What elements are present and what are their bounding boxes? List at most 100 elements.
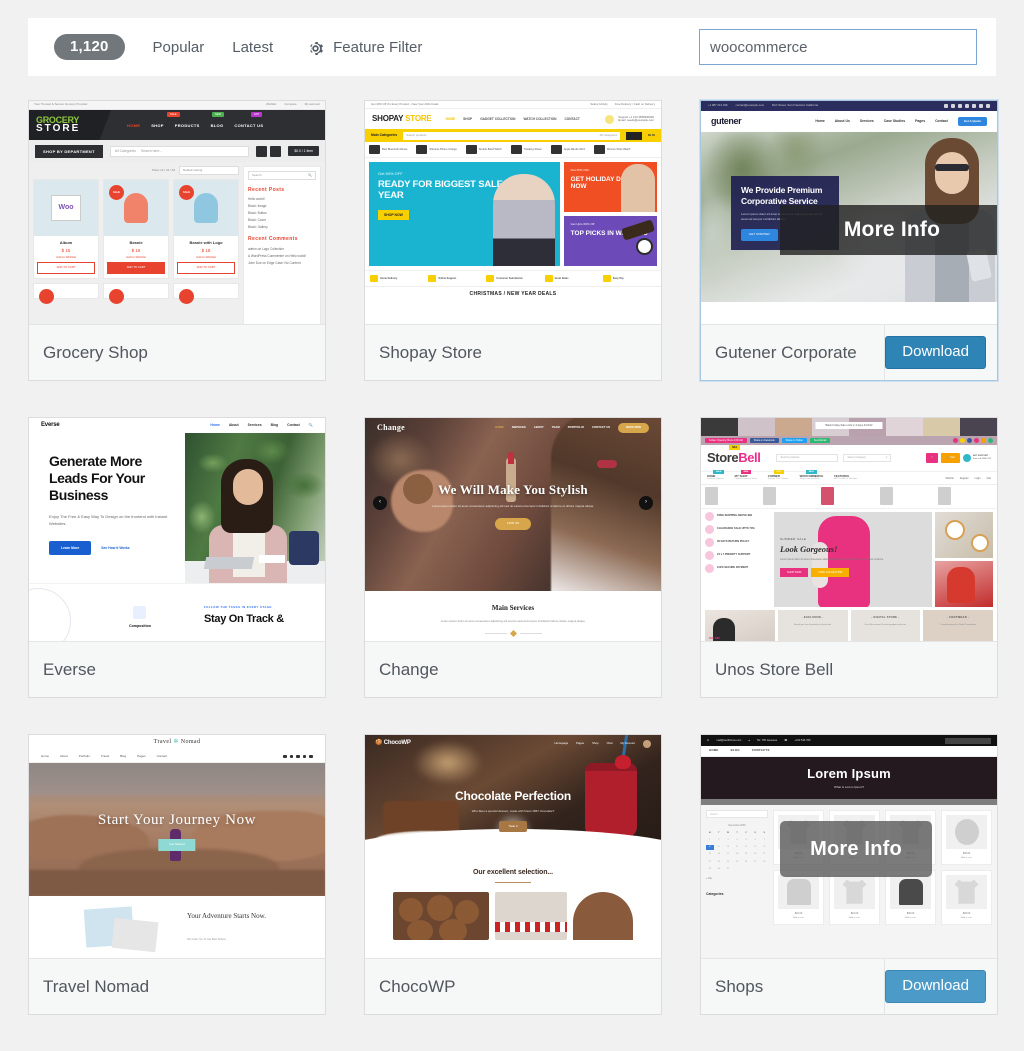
theme-card-gutener-corporate[interactable]: +1 987 213 046 contact@example.com Rich … xyxy=(700,100,998,381)
avatar xyxy=(643,739,651,748)
preview-nav-badge: SALE xyxy=(713,469,725,475)
preview-feature: Home Delivery xyxy=(380,276,398,280)
preview-hero-button: GET STARTED xyxy=(741,228,778,241)
search-icon: 🔍 xyxy=(308,423,313,428)
theme-name: Unos Store Bell xyxy=(715,659,834,679)
preview-category: Women Wrist Watch xyxy=(606,147,631,151)
theme-card-chocowp[interactable]: 🍪 ChocoWP Homepage Pages Shop Chat My Ac… xyxy=(364,734,662,1015)
theme-card-footer: Unos Store Bell xyxy=(701,642,997,697)
preview-hero-button: FIND US xyxy=(495,517,531,530)
preview-sale-badge: SALE xyxy=(109,185,124,200)
preview-banner-button: SHOP NOW xyxy=(780,567,809,577)
preview-sidebar: Search 🔍 Recent Posts Hello world! Block:… xyxy=(243,166,321,324)
preview-lower-section: Our excellent selection... xyxy=(365,861,661,958)
preview-hero-button: SHOP NOW xyxy=(378,209,409,221)
theme-count-badge[interactable]: 1,120 xyxy=(54,34,125,60)
theme-screenshot[interactable]: Travel ✻ Nomad Home About Portfolio Trav… xyxy=(29,735,325,959)
theme-screenshot[interactable]: ✉ mail@wordhome.com ● Tel: 765 Genesee ☎… xyxy=(701,735,997,959)
theme-screenshot[interactable]: Change HOME SERVICES ABOUT TEAM PORTFOLI… xyxy=(365,418,661,642)
theme-card-shops[interactable]: ✉ mail@wordhome.com ● Tel: 765 Genesee ☎… xyxy=(700,734,998,1015)
theme-card-travel-nomad[interactable]: Travel ✻ Nomad Home About Portfolio Trav… xyxy=(28,734,326,1015)
preview-menu-item: CONTACT US xyxy=(234,122,264,128)
preview-nav: SALE HOME Limitless Options NEW MY SHOP Limi… xyxy=(701,469,997,485)
preview-product: SALE Beanie with Logo $ 18 Add to Wishli… xyxy=(173,179,239,279)
preview-product-price: $ 18 xyxy=(201,248,211,253)
preview-bottom-title: - FOOTWEAR - xyxy=(947,616,970,619)
preview-search: Search products xyxy=(776,454,839,462)
preview-hero-paragraph: Enjoy The Free & Easy Way To Design on t… xyxy=(49,514,168,527)
preview-search: All Categories Search here... xyxy=(109,145,250,157)
preview-calendar-prev: « Nov xyxy=(706,877,713,880)
preview-hero-title: Chocolate Perfection xyxy=(454,789,572,803)
preview-product: $35.00 Add to cart xyxy=(941,810,992,865)
preview-section-kicker: FOLLOW THE TASKS IN EVERY STAGE xyxy=(204,605,272,609)
footer-divider xyxy=(884,959,885,1014)
preview-section-title: Main Services xyxy=(491,604,535,612)
preview-menu-item: HOME xyxy=(709,748,719,753)
theme-card-change[interactable]: Change HOME SERVICES ABOUT TEAM PORTFOLI… xyxy=(364,417,662,698)
preview-menu-item: HOME xyxy=(495,425,504,430)
theme-screenshot[interactable]: Get 30% Off On Every Product - New Year … xyxy=(365,101,661,325)
theme-screenshot[interactable]: Your Trusted & Secure Grocery Provider W… xyxy=(29,101,325,325)
preview-bottom-cards: 50% OFF Spring Collection - EXCLUSIVE - … xyxy=(701,610,997,641)
preview-hero-button: Get Started xyxy=(158,839,196,851)
preview-category: Trekking Shoes xyxy=(523,147,542,151)
preview-hero-sub: What is Lorem Ipsum? xyxy=(833,785,864,790)
preview-category: Best Bluetooth Mouse xyxy=(382,147,408,151)
preview-icons xyxy=(256,145,282,157)
filter-popular[interactable]: Popular xyxy=(153,33,205,62)
preview-menu-item: Shop xyxy=(592,740,599,745)
preview-topbar: +1 987 213 046 contact@example.com Rich … xyxy=(701,101,997,111)
preview-secondary-button: See How It Works xyxy=(101,545,130,550)
preview-header: Everse Home About Services Blog Contact … xyxy=(29,418,325,433)
preview-logo: SHOPAY STORE xyxy=(372,114,432,124)
preview-menu-item: BLOG xyxy=(730,748,740,753)
preview-product-price: $22.00 xyxy=(794,911,803,915)
more-info-overlay[interactable]: More Info xyxy=(780,205,997,255)
preview-hero-model xyxy=(492,174,555,266)
preview-menu-item: Portfolio xyxy=(78,753,90,758)
preview-unos-store-bell: Black Friday Sale ends in 4 days 9:24:02… xyxy=(701,418,997,641)
more-info-overlay[interactable]: More Info xyxy=(780,821,932,877)
preview-lower-section: Your Adventure Starts Now. We Invite You… xyxy=(29,896,325,958)
feature-filter-button[interactable]: Feature Filter xyxy=(307,39,422,56)
theme-screenshot[interactable]: 🍪 ChocoWP Homepage Pages Shop Chat My Ac… xyxy=(365,735,661,959)
preview-cart: $0.0 / 1 item xyxy=(288,145,319,157)
preview-topbar: ✉ mail@wordhome.com ● Tel: 765 Genesee ☎… xyxy=(701,735,997,746)
theme-screenshot[interactable]: Everse Home About Services Blog Contact … xyxy=(29,418,325,642)
preview-topbar-item: mail@wordhome.com xyxy=(716,738,742,742)
preview-feature: FREE SHIPPING ABOVE $99 xyxy=(717,514,752,517)
preview-category-strip: Best Bluetooth Mouse Wireless Phone Char… xyxy=(365,142,661,158)
theme-screenshot[interactable]: +1 987 213 046 contact@example.com Rich … xyxy=(701,101,997,325)
preview-topbar-item: contact@example.com xyxy=(735,103,765,108)
filter-latest[interactable]: Latest xyxy=(232,33,273,62)
preview-topbar-left: Get 30% Off On Every Product - New Year … xyxy=(371,101,439,106)
preview-cart: $0.00 xyxy=(648,132,655,137)
preview-menu: Homepage Pages Shop Chat My Account xyxy=(554,739,651,748)
preview-body: Show 12 / 24 / All Default sorting Woo A… xyxy=(29,162,325,324)
download-button[interactable]: Download xyxy=(885,335,986,370)
preview-product: SALE Beanie $ 18 Add to Wishlist ADD TO … xyxy=(103,179,169,279)
theme-card-unos-store-bell[interactable]: Black Friday Sale ends in 4 days 9:24:02… xyxy=(700,417,998,698)
preview-hero-image xyxy=(185,433,325,583)
preview-hero-main: Get 50% OFF READY FOR BIGGEST SALE OF TH… xyxy=(369,162,560,266)
preview-category-select: Select Category ▾ xyxy=(843,454,892,462)
search-input[interactable] xyxy=(699,29,977,65)
preview-menu-item: ABOUT xyxy=(533,425,544,430)
preview-logo-word: Nomad xyxy=(180,739,201,746)
preview-logo: GROCERY STORE xyxy=(29,110,111,140)
preview-logo-bottom: STORE xyxy=(36,122,81,134)
preview-hero: 🍪 ChocoWP Homepage Pages Shop Chat My Ac… xyxy=(365,735,661,861)
preview-hero-button: Taste It xyxy=(499,820,527,833)
theme-card-shopay-store[interactable]: Get 30% Off On Every Product - New Year … xyxy=(364,100,662,381)
theme-name: Shopay Store xyxy=(379,342,483,362)
preview-bottom-title: - EXCLUSIVE - xyxy=(801,616,824,619)
theme-card-everse[interactable]: Everse Home About Services Blog Contact … xyxy=(28,417,326,698)
theme-screenshot[interactable]: Black Friday Sale ends in 4 days 9:24:02… xyxy=(701,418,997,642)
preview-menu-item: My Account xyxy=(620,740,635,745)
theme-grid: Your Trusted & Secure Grocery Provider W… xyxy=(28,100,1000,1051)
preview-sidebar-item: admin on Logo Collection xyxy=(248,246,284,251)
preview-social-bar: Follow: Opening Hours 9:00 AM Share on F… xyxy=(701,436,997,445)
theme-card-grocery-shop[interactable]: Your Trusted & Secure Grocery Provider W… xyxy=(28,100,326,381)
download-button[interactable]: Download xyxy=(885,969,986,1004)
